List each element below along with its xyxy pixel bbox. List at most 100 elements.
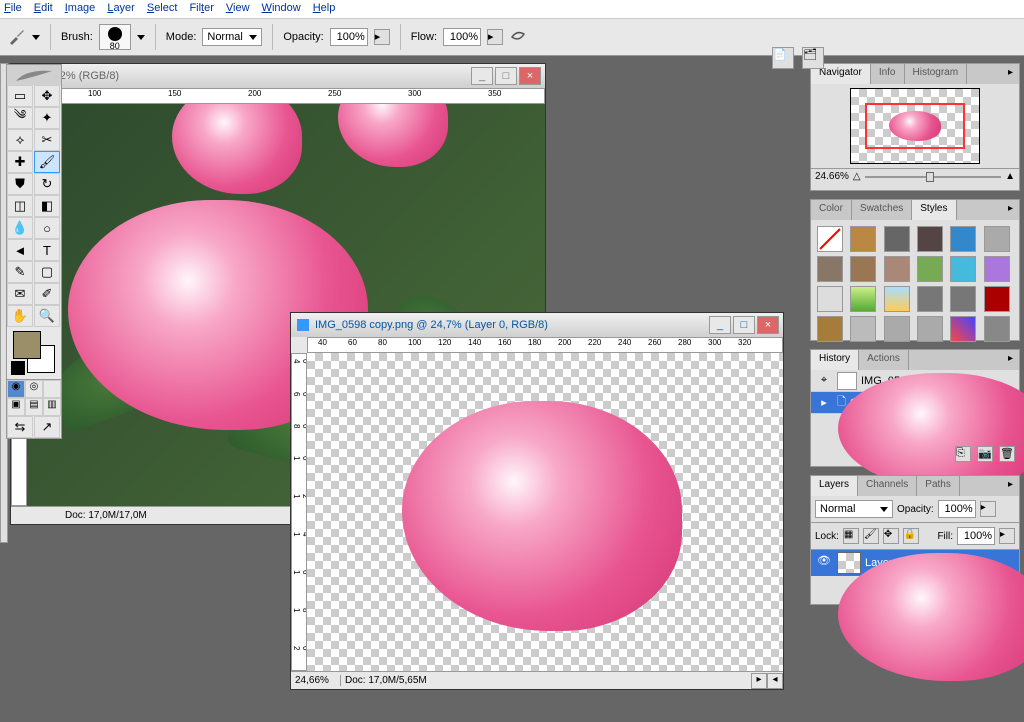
slice-tool[interactable]: ✂	[34, 129, 60, 151]
tab-styles[interactable]: Styles	[912, 200, 956, 220]
zoom-out-icon[interactable]: △	[853, 171, 861, 182]
style-swatch-22[interactable]	[950, 316, 976, 342]
tab-channels[interactable]: Channels	[858, 476, 917, 496]
opacity-input[interactable]	[330, 28, 368, 46]
style-swatch-14[interactable]	[884, 286, 910, 312]
canvas-doc2[interactable]	[307, 353, 783, 671]
shape-tool[interactable]: ▢	[34, 261, 60, 283]
tab-histogram[interactable]: Histogram	[905, 64, 968, 84]
tab-history[interactable]: History	[811, 350, 859, 370]
menu-edit[interactable]: Edit	[34, 2, 53, 16]
style-swatch-15[interactable]	[917, 286, 943, 312]
tab-paths[interactable]: Paths	[917, 476, 960, 496]
menu-image[interactable]: Image	[65, 2, 96, 16]
dodge-tool[interactable]: ○	[34, 217, 60, 239]
edit-in-icon[interactable]: ↗	[34, 416, 60, 438]
healing-tool[interactable]: ✚	[7, 151, 33, 173]
screen-full-menubar-icon[interactable]: ▤	[25, 398, 43, 416]
move-tool[interactable]: ✥	[34, 85, 60, 107]
style-swatch-11[interactable]	[984, 256, 1010, 282]
maximize-button[interactable]: □	[495, 67, 517, 85]
menu-view[interactable]: View	[226, 2, 250, 16]
brush-picker[interactable]: 80	[99, 24, 131, 50]
eyedropper-tool[interactable]: ✐	[34, 283, 60, 305]
tool-preset-dropdown[interactable]	[32, 35, 40, 40]
delete-state-icon[interactable]: 🗑	[999, 446, 1015, 462]
file-browser-icon[interactable]: 📄	[772, 47, 794, 69]
layers-menu-icon[interactable]: ▸	[1002, 476, 1019, 496]
style-swatch-17[interactable]	[984, 286, 1010, 312]
panel-menu-icon[interactable]: ▸	[1002, 64, 1019, 84]
screen-standard-icon[interactable]: ▣	[7, 398, 25, 416]
minimize-button[interactable]: _	[471, 67, 493, 85]
notes-tool[interactable]: ✉	[7, 283, 33, 305]
style-swatch-2[interactable]	[884, 226, 910, 252]
jump-to-imageready-icon[interactable]: ⇆	[7, 416, 33, 438]
blend-mode-select[interactable]: Normal	[202, 28, 262, 46]
airbrush-icon[interactable]	[509, 28, 529, 46]
layer-opacity-input[interactable]	[938, 500, 976, 518]
menu-layer[interactable]: Layer	[107, 2, 135, 16]
status-flyout-2[interactable]: ▸	[751, 673, 767, 689]
style-swatch-9[interactable]	[917, 256, 943, 282]
palette-toggle-icon[interactable]: 🗂	[802, 47, 824, 69]
menu-filter[interactable]: Filter	[189, 2, 213, 16]
style-swatch-7[interactable]	[850, 256, 876, 282]
standard-mode-icon[interactable]: ◉	[7, 380, 25, 398]
blur-tool[interactable]: 💧	[7, 217, 33, 239]
brush-tool[interactable]: 🖌	[34, 151, 60, 173]
style-swatch-20[interactable]	[884, 316, 910, 342]
menu-window[interactable]: Window	[262, 2, 301, 16]
path-select-tool[interactable]: ◄	[7, 239, 33, 261]
foreground-color[interactable]	[13, 331, 41, 359]
tab-layers[interactable]: Layers	[811, 476, 858, 496]
ruler-v-2[interactable]: 406080 100120140 160180200	[291, 353, 307, 671]
styles-menu-icon[interactable]: ▸	[1002, 200, 1019, 220]
flow-input[interactable]	[443, 28, 481, 46]
style-swatch-21[interactable]	[917, 316, 943, 342]
tab-color[interactable]: Color	[811, 200, 852, 220]
lasso-tool[interactable]: ༄	[7, 107, 33, 129]
history-snapshot[interactable]: ⌖ IMG_0598 copy.png	[811, 370, 1019, 392]
zoom-tool[interactable]: 🔍	[34, 305, 60, 327]
style-swatch-5[interactable]	[984, 226, 1010, 252]
crop-tool[interactable]: ⟡	[7, 129, 33, 151]
ruler-h-2[interactable]: 406080 100120140 160180200 220240260 280…	[307, 337, 783, 353]
snapshot-source-icon[interactable]: ⌖	[815, 374, 833, 387]
zoom-slider[interactable]	[865, 172, 1001, 182]
new-doc-from-state-icon[interactable]: ⎘	[955, 446, 971, 462]
layer-fill-input[interactable]	[957, 527, 995, 545]
style-swatch-10[interactable]	[950, 256, 976, 282]
quickmask-mode-icon[interactable]: ◎	[25, 380, 43, 398]
brush-dropdown-icon[interactable]	[137, 35, 145, 40]
hand-tool[interactable]: ✋	[7, 305, 33, 327]
close-button[interactable]: ×	[519, 67, 541, 85]
zoom-readout-2[interactable]: 24,66%	[291, 675, 341, 686]
style-swatch-19[interactable]	[850, 316, 876, 342]
blend-mode-layer-select[interactable]: Normal	[815, 500, 893, 518]
layer-thumbnail[interactable]	[837, 552, 861, 574]
minimize-button-2[interactable]: _	[709, 316, 731, 334]
stamp-tool[interactable]: ⛊	[7, 173, 33, 195]
flow-flyout-icon[interactable]: ▸	[487, 29, 503, 45]
lock-pixels-icon[interactable]: 🖌	[863, 528, 879, 544]
new-snapshot-icon[interactable]: 📷	[977, 446, 993, 462]
style-swatch-13[interactable]	[850, 286, 876, 312]
style-swatch-3[interactable]	[917, 226, 943, 252]
tab-info[interactable]: Info	[871, 64, 905, 84]
navigator-view-box[interactable]	[865, 103, 965, 149]
navigator-preview[interactable]	[850, 88, 980, 164]
zoom-in-icon[interactable]: ▲	[1005, 171, 1015, 182]
visibility-toggle-icon[interactable]: 👁	[815, 554, 833, 572]
scroll-left-2[interactable]: ◂	[767, 673, 783, 689]
gradient-tool[interactable]: ◧	[34, 195, 60, 217]
style-swatch-18[interactable]	[817, 316, 843, 342]
tab-swatches[interactable]: Swatches	[852, 200, 912, 220]
style-swatch-1[interactable]	[850, 226, 876, 252]
color-swatch[interactable]	[11, 331, 57, 375]
history-brush-tool[interactable]: ↻	[34, 173, 60, 195]
layer-fill-flyout[interactable]: ▸	[999, 528, 1015, 544]
style-swatch-12[interactable]	[817, 286, 843, 312]
tab-actions[interactable]: Actions	[859, 350, 909, 370]
style-swatch-0[interactable]	[817, 226, 843, 252]
